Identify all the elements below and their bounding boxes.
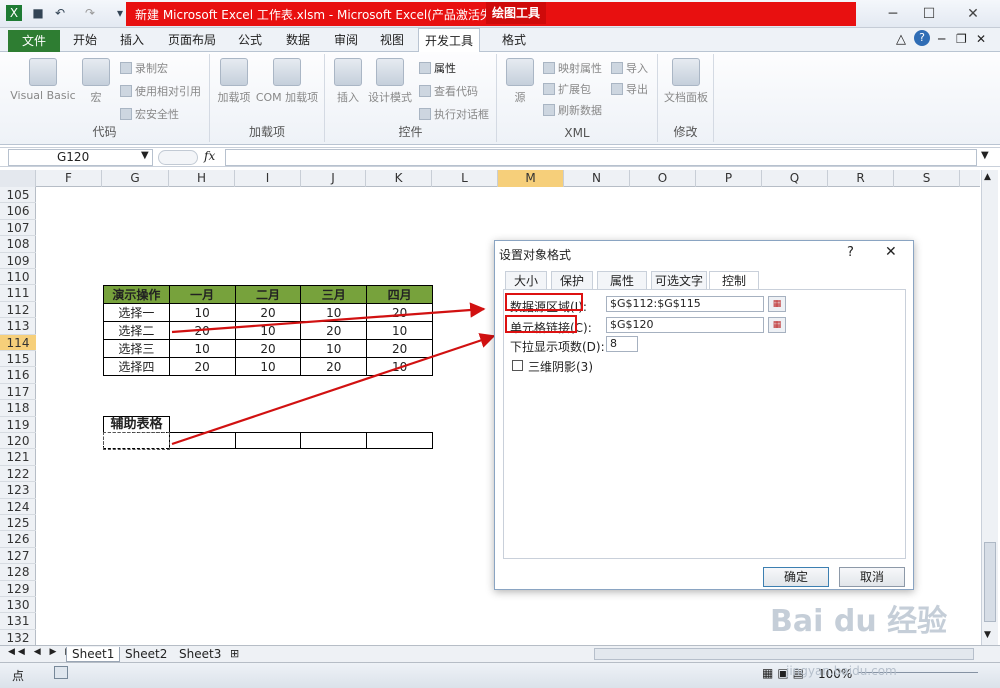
macro-record-icon[interactable] (54, 666, 68, 679)
collapse-range-icon[interactable]: ▦ (768, 317, 786, 333)
status-mode: 点 (12, 669, 25, 683)
collapse-range-icon[interactable]: ▦ (768, 296, 786, 312)
tab-control[interactable]: 控制 (709, 271, 759, 290)
scroll-down-icon[interactable]: ▼ (984, 630, 991, 640)
sheet-tab-sheet2[interactable]: Sheet2 (120, 647, 172, 662)
sheet-tab-sheet3[interactable]: Sheet3 (174, 647, 226, 662)
cancel-button[interactable]: 取消 (839, 567, 905, 587)
scroll-thumb[interactable] (984, 542, 996, 622)
dialog-close-icon[interactable]: ✕ (885, 244, 897, 260)
cell-link-field[interactable]: $G$120 (606, 317, 764, 333)
arrow-to-input-range (171, 302, 486, 334)
3d-shading-checkbox[interactable] (512, 360, 523, 371)
input-range-label: 数据源区域(I): (510, 300, 587, 314)
watermark-url: jingyan.baidu.com (786, 664, 897, 678)
tab-size[interactable]: 大小 (505, 271, 547, 289)
tab-alt-text[interactable]: 可选文字 (651, 271, 707, 289)
insert-sheet-icon[interactable]: ⊞ (230, 647, 239, 660)
scroll-up-icon[interactable]: ▲ (984, 172, 991, 182)
drop-lines-field[interactable]: 8 (606, 336, 638, 352)
format-object-dialog: 设置对象格式 ? ✕ 大小 保护 属性 可选文字 控制 数据源区域(I): $G… (494, 240, 914, 590)
tab-protection[interactable]: 保护 (551, 271, 593, 289)
dialog-help-icon[interactable]: ? (847, 245, 854, 260)
baidu-watermark: Bai du 经验 (770, 604, 948, 639)
tab-properties[interactable]: 属性 (597, 271, 647, 289)
cell-link-label: 单元格链接(C): (510, 321, 592, 335)
sheet-tab-sheet1[interactable]: Sheet1 (66, 647, 121, 662)
horizontal-scrollbar[interactable] (594, 648, 974, 660)
arrow-to-cell-link (171, 333, 496, 446)
input-range-field[interactable]: $G$112:$G$115 (606, 296, 764, 312)
ok-button[interactable]: 确定 (763, 567, 829, 587)
control-pane: 数据源区域(I): $G$112:$G$115 ▦ 单元格链接(C): $G$1… (503, 289, 906, 559)
3d-shading-label: 三维阴影(3) (528, 360, 593, 374)
drop-lines-label: 下拉显示项数(D): (510, 340, 605, 354)
dialog-title: 设置对象格式 (499, 248, 572, 262)
vertical-scrollbar[interactable]: ▲ ▼ (981, 170, 998, 645)
